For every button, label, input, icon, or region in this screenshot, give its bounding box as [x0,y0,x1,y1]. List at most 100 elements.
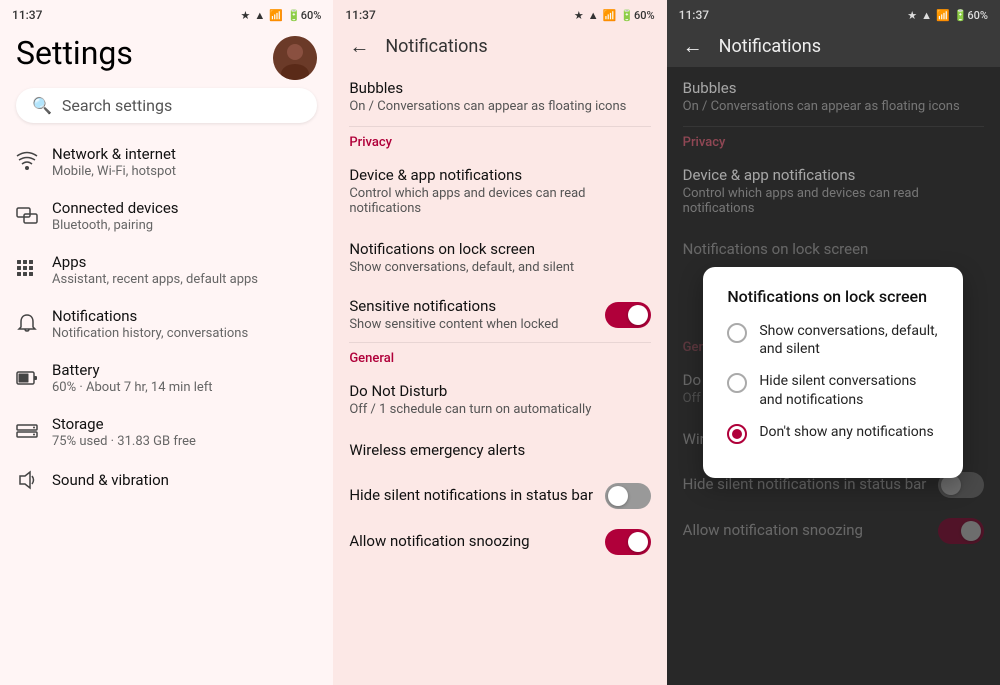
radio-circle-1 [727,373,747,393]
back-button-middle[interactable]: ← [349,34,369,59]
battery-title: Battery [52,361,317,379]
bt-icon-m: ★ [574,9,584,22]
notifications-panel-right: 11:37 ★ ▲ 📶 🔋60% ← Notifications Bubbles… [667,0,1000,685]
status-icons-middle: ★ ▲ 📶 🔋60% [574,9,655,22]
device-app-sub-middle: Control which apps and devices can read … [349,186,650,216]
snoozing-text-middle: Allow notification snoozing [349,532,604,552]
general-label-middle: General [333,343,666,370]
radio-option-1[interactable]: Hide silent conversations and notificati… [727,372,939,408]
privacy-label-middle: Privacy [333,127,666,154]
wifi-icon-r: ▲ [921,9,932,22]
network-title: Network & internet [52,145,317,163]
notifications-icon [16,313,52,335]
dialog-title: Notifications on lock screen [727,287,939,306]
status-bar-left: 11:37 ★ ▲ 📶 🔋60% [0,0,333,26]
wireless-item-middle[interactable]: Wireless emergency alerts [333,429,666,473]
notif-content-right: Bubbles On / Conversations can appear as… [667,67,1000,685]
notifications-subtitle: Notification history, conversations [52,326,317,341]
time-left: 11:37 [12,8,42,22]
apps-text: Apps Assistant, recent apps, default app… [52,253,317,287]
devices-icon [16,205,52,227]
network-text: Network & internet Mobile, Wi-Fi, hotspo… [52,145,317,179]
lock-screen-dialog: Notifications on lock screen Show conver… [703,267,963,478]
settings-panel: 11:37 ★ ▲ 📶 🔋60% Settings 🔍 Search setti… [0,0,333,685]
storage-subtitle: 75% used · 31.83 GB free [52,434,317,449]
devices-subtitle: Bluetooth, pairing [52,218,317,233]
sensitive-toggle-middle[interactable] [605,302,651,328]
devices-text: Connected devices Bluetooth, pairing [52,199,317,233]
notifications-text: Notifications Notification history, conv… [52,307,317,341]
wireless-title-middle: Wireless emergency alerts [349,441,650,459]
search-icon: 🔍 [32,96,52,115]
search-bar[interactable]: 🔍 Search settings [16,88,317,123]
battery-icon-status: 🔋60% [287,9,321,22]
avatar-wrap [273,36,317,80]
battery-icon [16,367,52,389]
snoozing-knob-middle [628,532,648,552]
status-bar-right: 11:37 ★ ▲ 📶 🔋60% [667,0,1000,26]
snoozing-toggle-middle[interactable] [605,529,651,555]
lock-screen-sub-middle: Show conversations, default, and silent [349,260,650,275]
lock-screen-title-middle: Notifications on lock screen [349,240,650,258]
time-middle: 11:37 [345,8,375,22]
bubbles-item-middle[interactable]: Bubbles On / Conversations can appear as… [333,67,666,126]
snoozing-row-middle: Allow notification snoozing [333,519,666,565]
time-right: 11:37 [679,8,709,22]
bt-icon-r: ★ [907,9,917,22]
hide-silent-row-middle: Hide silent notifications in status bar [333,473,666,519]
settings-item-battery[interactable]: Battery 60% · About 7 hr, 14 min left [0,351,333,405]
apps-title: Apps [52,253,317,271]
header-title-middle: Notifications [385,36,487,57]
radio-option-2[interactable]: Don't show any notifications [727,423,939,444]
sensitive-title-middle: Sensitive notifications [349,297,604,315]
apps-icon [16,259,52,281]
settings-item-sound[interactable]: Sound & vibration [0,459,333,501]
avatar[interactable] [273,36,317,80]
sound-text: Sound & vibration [52,471,317,489]
radio-circle-0 [727,323,747,343]
dnd-item-middle[interactable]: Do Not Disturb Off / 1 schedule can turn… [333,370,666,429]
battery-icon-m: 🔋60% [620,9,654,22]
wifi-icon-m: ▲ [588,9,599,22]
settings-list: Network & internet Mobile, Wi-Fi, hotspo… [0,135,333,685]
status-bar-middle: 11:37 ★ ▲ 📶 🔋60% [333,0,666,26]
dnd-sub-middle: Off / 1 schedule can turn on automatical… [349,402,650,417]
snoozing-title-middle: Allow notification snoozing [349,532,604,550]
notif-content-middle: Bubbles On / Conversations can appear as… [333,67,666,685]
header-title-right: Notifications [719,36,821,57]
signal-icon-m: 📶 [603,9,617,22]
settings-item-network[interactable]: Network & internet Mobile, Wi-Fi, hotspo… [0,135,333,189]
dialog-overlay[interactable]: Notifications on lock screen Show conver… [667,67,1000,685]
battery-subtitle: 60% · About 7 hr, 14 min left [52,380,317,395]
back-button-right[interactable]: ← [683,34,703,59]
apps-subtitle: Assistant, recent apps, default apps [52,272,317,287]
sensitive-row-middle: Sensitive notifications Show sensitive c… [333,287,666,342]
signal-icon-r: 📶 [936,9,950,22]
lock-screen-item-middle[interactable]: Notifications on lock screen Show conver… [333,228,666,287]
storage-text: Storage 75% used · 31.83 GB free [52,415,317,449]
radio-label-0: Show conversations, default, and silent [759,322,939,358]
radio-label-2: Don't show any notifications [759,423,933,441]
radio-option-0[interactable]: Show conversations, default, and silent [727,322,939,358]
dnd-title-middle: Do Not Disturb [349,382,650,400]
battery-icon-r: 🔋60% [954,9,988,22]
sensitive-text-middle: Sensitive notifications Show sensitive c… [349,297,604,332]
hide-silent-toggle-middle[interactable] [605,483,651,509]
sound-icon [16,469,52,491]
notifications-title: Notifications [52,307,317,325]
device-app-item-middle[interactable]: Device & app notifications Control which… [333,154,666,228]
settings-item-devices[interactable]: Connected devices Bluetooth, pairing [0,189,333,243]
settings-item-apps[interactable]: Apps Assistant, recent apps, default app… [0,243,333,297]
bubbles-sub-middle: On / Conversations can appear as floatin… [349,99,650,114]
signal-icon: 📶 [269,9,283,22]
settings-item-storage[interactable]: Storage 75% used · 31.83 GB free [0,405,333,459]
radio-circle-2 [727,424,747,444]
hide-silent-title-middle: Hide silent notifications in status bar [349,486,604,504]
avatar-image [273,36,317,80]
settings-item-notifications[interactable]: Notifications Notification history, conv… [0,297,333,351]
status-icons-right: ★ ▲ 📶 🔋60% [907,9,988,22]
top-bar-right: ← Notifications [667,26,1000,67]
search-placeholder: Search settings [62,96,172,115]
storage-title: Storage [52,415,317,433]
battery-text: Battery 60% · About 7 hr, 14 min left [52,361,317,395]
